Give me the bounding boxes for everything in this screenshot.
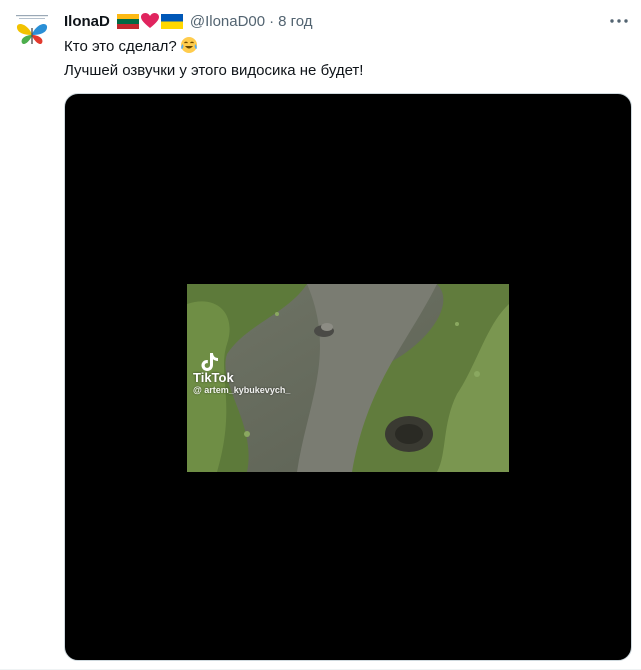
- tweet[interactable]: IlonaD @IlonaD00 · 8 год Кто это сделал?…: [0, 0, 641, 670]
- user-handle[interactable]: @IlonaD00: [190, 13, 265, 30]
- red-heart-icon: [140, 13, 159, 28]
- ukraine-flag-icon: [160, 13, 183, 29]
- tiktok-watermark: TikTok @ artem_kybukevych_: [193, 352, 290, 395]
- tiktok-logo-icon: [201, 353, 218, 371]
- separator-dot: ·: [269, 12, 275, 30]
- display-name[interactable]: IlonaD: [64, 13, 110, 30]
- video-player[interactable]: TikTok @ artem_kybukevych_: [64, 93, 632, 661]
- tweet-header: IlonaD @IlonaD00 · 8 год: [64, 10, 313, 32]
- tears-of-joy-emoji-icon: [180, 36, 198, 60]
- name-emojis: [116, 13, 183, 29]
- video-frame[interactable]: TikTok @ artem_kybukevych_: [187, 284, 509, 472]
- tiktok-brand: TikTok: [193, 370, 234, 385]
- tweet-text-line1: Кто это сделал?: [64, 38, 177, 55]
- tweet-text: Кто это сделал? Лучшей озвучки у этого в…: [64, 36, 624, 81]
- avatar[interactable]: [10, 8, 54, 52]
- timestamp[interactable]: 8 год: [278, 13, 312, 30]
- lithuania-flag-icon: [116, 13, 139, 29]
- tweet-text-line2: Лучшей озвучки у этого видосика не будет…: [64, 62, 364, 79]
- tiktok-username: @ artem_kybukevych_: [193, 385, 291, 395]
- more-options-icon[interactable]: [607, 10, 631, 32]
